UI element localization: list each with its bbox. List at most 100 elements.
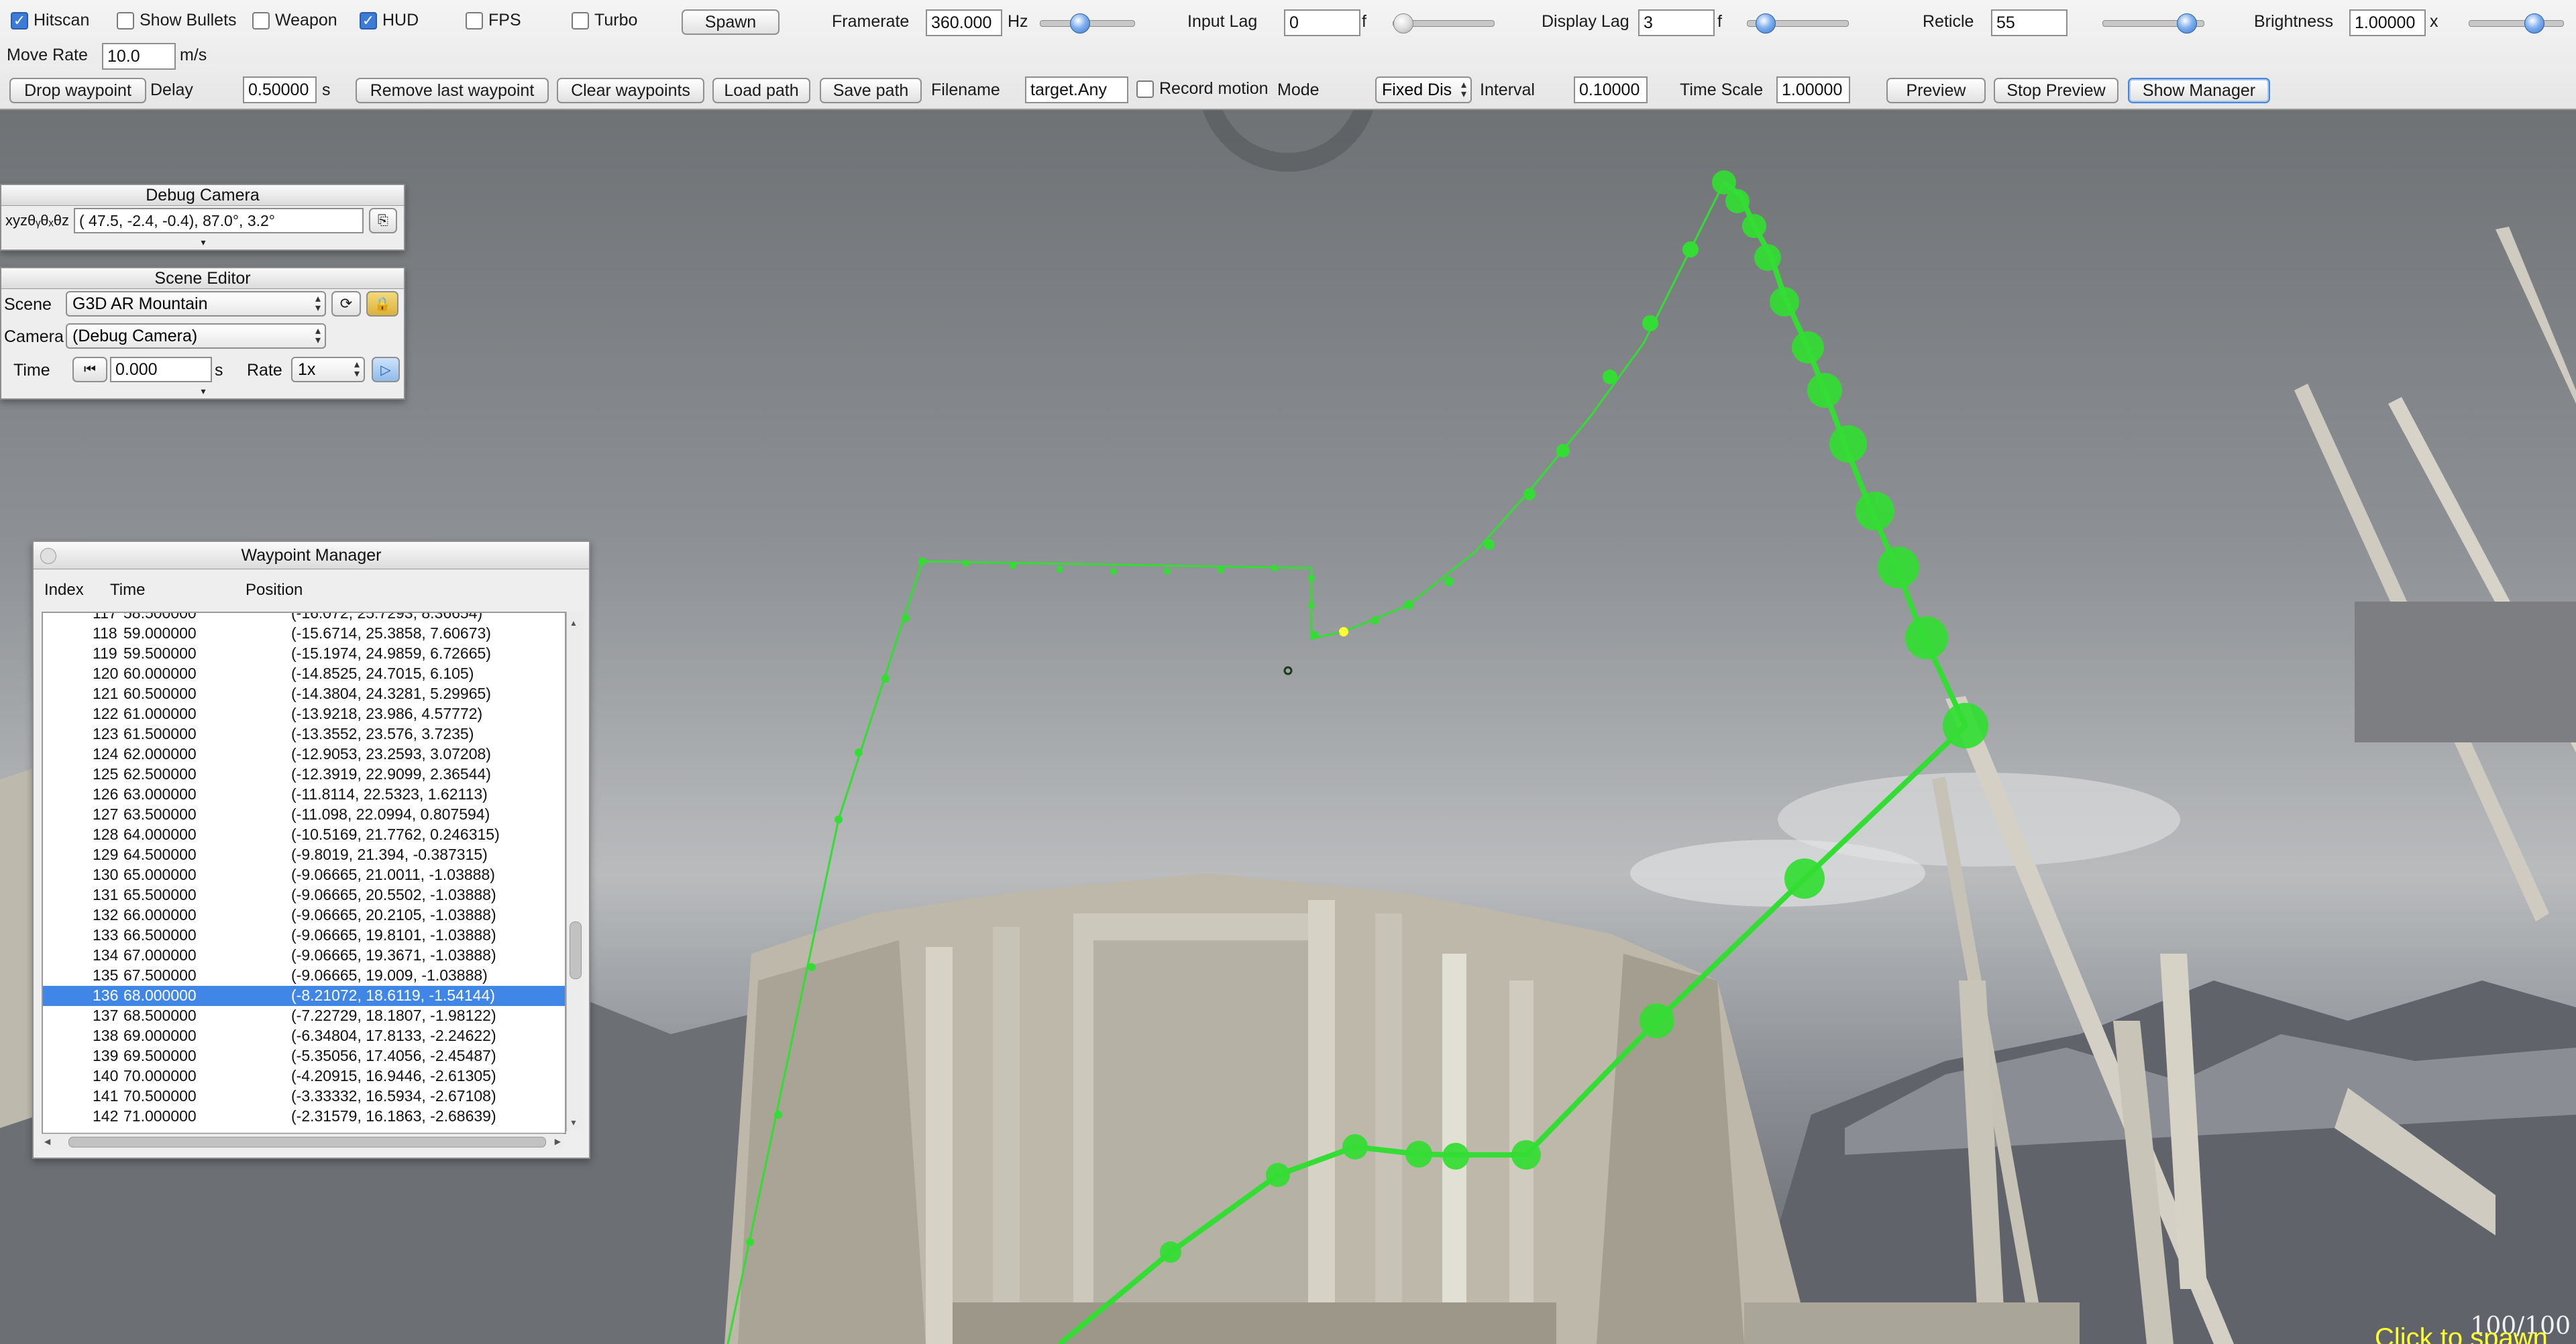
- lock-icon[interactable]: 🔒: [366, 291, 398, 317]
- save-path-button[interactable]: Save path: [820, 78, 922, 103]
- col-header-position[interactable]: Position: [246, 581, 303, 600]
- input-lag-slider[interactable]: [1393, 13, 1495, 34]
- show-bullets-checkbox[interactable]: Show Bullets: [117, 11, 237, 30]
- time-field[interactable]: 0.000: [110, 357, 212, 382]
- slider-knob[interactable]: [1070, 13, 1090, 34]
- hitscan-checkbox[interactable]: ✓ Hitscan: [11, 11, 89, 30]
- record-motion-checkbox[interactable]: Record motion: [1136, 79, 1269, 99]
- interval-field[interactable]: 0.10000: [1574, 76, 1648, 103]
- move-rate-label: Move Rate: [7, 46, 88, 64]
- vertical-scrollbar[interactable]: ▲ ▼: [566, 612, 584, 1131]
- table-row[interactable]: 138 69.000000 (-6.34804, 17.8133, -2.24622…: [43, 1026, 565, 1046]
- slider-knob[interactable]: [1393, 13, 1413, 34]
- table-row[interactable]: 127 63.500000 (-11.098, 22.0994, 0.807594): [43, 805, 565, 825]
- copy-coord-icon[interactable]: ⎘: [369, 208, 397, 233]
- drop-waypoint-button[interactable]: Drop waypoint: [9, 78, 146, 103]
- display-lag-unit: f: [1717, 12, 1722, 31]
- table-row[interactable]: 124 62.000000 (-12.9053, 23.2593, 3.07208): [43, 744, 565, 765]
- table-row[interactable]: 133 66.500000 (-9.06665, 19.8101, -1.03888…: [43, 926, 565, 946]
- table-row[interactable]: 120 60.000000 (-14.8525, 24.7015, 6.105): [43, 664, 565, 684]
- horizontal-scrollbar[interactable]: ◀ ▶: [42, 1133, 564, 1150]
- display-lag-slider[interactable]: [1747, 13, 1849, 34]
- table-row[interactable]: 131 65.500000 (-9.06665, 20.5502, -1.03888…: [43, 885, 565, 905]
- table-row[interactable]: 142 71.000000 (-2.31579, 16.1863, -2.68639…: [43, 1107, 565, 1127]
- preview-button[interactable]: Preview: [1886, 78, 1986, 103]
- display-lag-field[interactable]: 3: [1638, 9, 1715, 36]
- col-header-index[interactable]: Index: [44, 581, 84, 600]
- table-row[interactable]: 121 60.500000 (-14.3804, 24.3281, 5.29965): [43, 684, 565, 704]
- scroll-down-icon[interactable]: ▼: [570, 1118, 579, 1127]
- camera-select[interactable]: (Debug Camera) ▴ ▾: [66, 323, 326, 349]
- waypoint-list[interactable]: 117 58.500000 (-16.072, 25.7293, 8.36654) 1…: [42, 612, 566, 1134]
- delay-label: Delay: [150, 80, 193, 99]
- table-row[interactable]: 139 69.500000 (-5.35056, 17.4056, -2.45487…: [43, 1046, 565, 1066]
- camera-coord-field[interactable]: ( 47.5, -2.4, -0.4), 87.0°, 3.2°: [74, 208, 364, 233]
- stop-preview-button[interactable]: Stop Preview: [1994, 78, 2118, 103]
- table-row[interactable]: 126 63.000000 (-11.8114, 22.5323, 1.62113): [43, 785, 565, 805]
- scrollbar-thumb[interactable]: [570, 921, 582, 979]
- show-manager-button[interactable]: Show Manager: [2128, 78, 2270, 103]
- rate-select[interactable]: 1x ▴ ▾: [291, 357, 365, 382]
- mode-select[interactable]: Fixed Dis ▴ ▾: [1375, 76, 1472, 103]
- table-row[interactable]: 136 68.000000 (-8.21072, 18.6119, -1.54144…: [43, 986, 565, 1006]
- table-row[interactable]: 137 68.500000 (-7.22729, 18.1807, -1.98122…: [43, 1006, 565, 1026]
- remove-last-waypoint-button[interactable]: Remove last waypoint: [356, 78, 549, 103]
- waypoint-position-cell: (-4.20915, 16.9446, -2.61305): [291, 1067, 496, 1084]
- brightness-field[interactable]: 1.00000: [2349, 9, 2426, 36]
- waypoint-position-cell: (-12.3919, 22.9099, 2.36544): [291, 765, 491, 783]
- table-row[interactable]: 135 67.500000 (-9.06665, 19.009, -1.03888): [43, 966, 565, 986]
- collapse-arrow-icon[interactable]: ▾: [196, 237, 211, 247]
- table-row[interactable]: 129 64.500000 (-9.8019, 21.394, -0.387315): [43, 845, 565, 865]
- table-row[interactable]: 128 64.000000 (-10.5169, 21.7762, 0.246315…: [43, 825, 565, 845]
- slider-knob[interactable]: [2524, 13, 2544, 34]
- framerate-slider[interactable]: [1040, 13, 1135, 34]
- clear-waypoints-button[interactable]: Clear waypoints: [557, 78, 704, 103]
- table-row[interactable]: 132 66.000000 (-9.06665, 20.2105, -1.03888…: [43, 905, 565, 926]
- weapon-checkbox[interactable]: Weapon: [252, 11, 337, 30]
- delay-field[interactable]: 0.50000: [243, 76, 317, 103]
- waypoint-time-cell: 69.000000: [123, 1027, 197, 1044]
- waypoint-position-cell: (-9.06665, 20.2105, -1.03888): [291, 906, 496, 923]
- close-icon[interactable]: [40, 548, 56, 564]
- table-row[interactable]: 119 59.500000 (-15.1974, 24.9859, 6.72665): [43, 644, 565, 664]
- collapse-arrow-icon[interactable]: ▾: [196, 386, 211, 396]
- table-row[interactable]: 141 70.500000 (-3.33332, 16.5934, -2.67108…: [43, 1086, 565, 1107]
- spawn-button[interactable]: Spawn: [682, 9, 780, 35]
- reticle-slider[interactable]: [2102, 13, 2204, 34]
- slider-knob[interactable]: [2177, 13, 2197, 34]
- turbo-checkbox[interactable]: Turbo: [572, 11, 637, 30]
- chevron-updown-icon: ▴ ▾: [315, 325, 321, 346]
- scroll-up-icon[interactable]: ▲: [570, 618, 579, 628]
- table-row[interactable]: 130 65.000000 (-9.06665, 21.0011, -1.03888…: [43, 865, 565, 885]
- brightness-slider[interactable]: [2469, 13, 2564, 34]
- table-row[interactable]: 125 62.500000 (-12.3919, 22.9099, 2.36544): [43, 765, 565, 785]
- slider-knob[interactable]: [1756, 13, 1776, 34]
- scroll-right-icon[interactable]: ▶: [555, 1137, 561, 1146]
- table-row[interactable]: 117 58.500000 (-16.072, 25.7293, 8.36654): [43, 613, 565, 624]
- fps-checkbox[interactable]: FPS: [466, 11, 521, 30]
- scroll-left-icon[interactable]: ◀: [44, 1137, 50, 1146]
- waypoint-time-cell: 59.500000: [123, 645, 197, 662]
- filename-field[interactable]: target.Any: [1025, 76, 1128, 103]
- table-row[interactable]: 134 67.000000 (-9.06665, 19.3671, -1.03888…: [43, 946, 565, 966]
- input-lag-field[interactable]: 0: [1284, 9, 1360, 36]
- reticle-field[interactable]: 55: [1991, 9, 2068, 36]
- scene-select[interactable]: G3D AR Mountain ▴ ▾: [66, 291, 326, 317]
- rewind-icon[interactable]: ⏮: [72, 357, 107, 382]
- reload-scene-icon[interactable]: ⟳: [331, 291, 361, 317]
- waypoint-index-cell: 130: [93, 866, 119, 883]
- time-scale-field[interactable]: 1.00000: [1776, 76, 1850, 103]
- table-row[interactable]: 122 61.000000 (-13.9218, 23.986, 4.57772): [43, 704, 565, 724]
- waypoint-time-cell: 70.500000: [123, 1087, 197, 1105]
- table-row[interactable]: 118 59.000000 (-15.6714, 25.3858, 7.60673): [43, 624, 565, 644]
- table-row[interactable]: 123 61.500000 (-13.3552, 23.576, 3.7235): [43, 724, 565, 744]
- fps-label: FPS: [488, 11, 521, 30]
- scrollbar-thumb[interactable]: [68, 1137, 546, 1147]
- framerate-field[interactable]: 360.000: [926, 9, 1002, 36]
- move-rate-field[interactable]: 10.0: [102, 43, 176, 70]
- table-row[interactable]: 140 70.000000 (-4.20915, 16.9446, -2.61305…: [43, 1066, 565, 1086]
- hud-checkbox[interactable]: ✓ HUD: [360, 11, 419, 30]
- load-path-button[interactable]: Load path: [712, 78, 810, 103]
- play-icon[interactable]: ▷: [372, 357, 400, 382]
- col-header-time[interactable]: Time: [110, 581, 145, 600]
